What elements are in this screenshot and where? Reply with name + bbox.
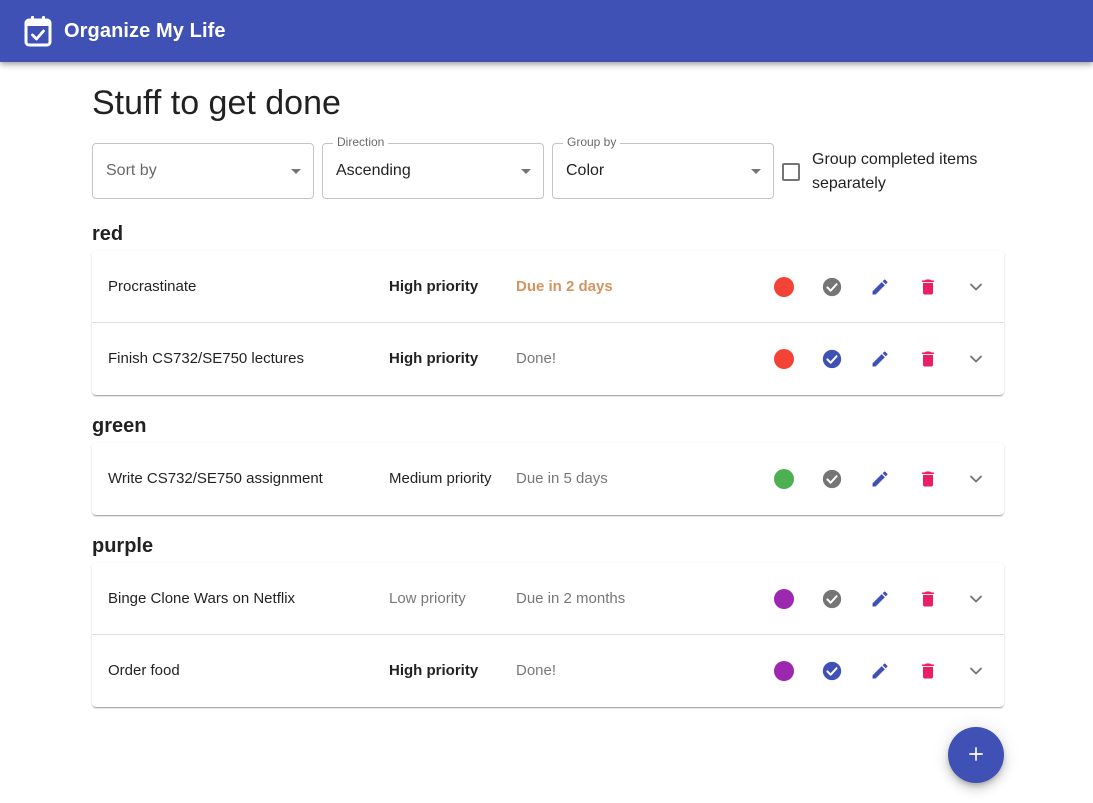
item-due: Due in 5 days <box>516 470 608 487</box>
delete-icon[interactable] <box>916 467 940 491</box>
group-by-select[interactable]: Group by Color <box>552 135 774 199</box>
edit-icon[interactable] <box>868 659 892 683</box>
item-name: Binge Clone Wars on Netflix <box>108 590 296 607</box>
edit-icon[interactable] <box>868 347 892 371</box>
chevron-down-icon[interactable] <box>964 659 988 683</box>
chevron-down-icon[interactable] <box>964 347 988 371</box>
check-circle-icon[interactable] <box>820 587 844 611</box>
item-name: Procrastinate <box>108 278 197 295</box>
group-completed-toggle[interactable]: Group completed items separately <box>782 148 1004 196</box>
dropdown-arrow-icon <box>521 169 531 174</box>
group-completed-checkbox[interactable] <box>782 163 800 181</box>
group-title-red: red <box>92 223 124 245</box>
direction-value: Ascending <box>336 162 411 179</box>
color-dot-icon <box>772 467 796 491</box>
direction-select[interactable]: Direction Ascending <box>322 135 544 199</box>
color-dot-icon <box>772 347 796 371</box>
list-item[interactable]: Finish CS732/SE750 lectures High priorit… <box>92 323 1004 395</box>
group-card-red: Procrastinate High priority Due in 2 day… <box>92 251 1004 395</box>
delete-icon[interactable] <box>916 659 940 683</box>
item-priority: Medium priority <box>389 470 492 487</box>
item-due: Due in 2 days <box>516 278 613 295</box>
color-dot-icon <box>772 275 796 299</box>
app-title: Organize My Life <box>64 19 226 42</box>
chevron-down-icon[interactable] <box>964 275 988 299</box>
list-item[interactable]: Procrastinate High priority Due in 2 day… <box>92 251 1004 323</box>
item-due: Done! <box>516 662 557 679</box>
delete-icon[interactable] <box>916 275 940 299</box>
item-name: Order food <box>108 662 180 679</box>
item-priority: High priority <box>389 350 479 367</box>
group-card-green: Write CS732/SE750 assignment Medium prio… <box>92 443 1004 515</box>
direction-label: Direction <box>333 135 389 149</box>
calendar-check-icon <box>24 15 52 47</box>
app-bar: Organize My Life <box>0 0 1093 62</box>
group-title-green: green <box>92 415 147 437</box>
page-title: Stuff to get done <box>92 84 341 122</box>
group-title-purple: purple <box>92 535 154 557</box>
group-completed-label: Group completed items separately <box>812 151 978 192</box>
list-item[interactable]: Write CS732/SE750 assignment Medium prio… <box>92 443 1004 515</box>
list-item[interactable]: Order food High priority Done! <box>92 635 1004 707</box>
color-dot-icon <box>772 587 796 611</box>
item-priority: Low priority <box>389 590 466 607</box>
dropdown-arrow-icon <box>291 169 301 174</box>
item-due: Done! <box>516 350 557 367</box>
item-priority: High priority <box>389 278 479 295</box>
chevron-down-icon[interactable] <box>964 587 988 611</box>
chevron-down-icon[interactable] <box>964 467 988 491</box>
delete-icon[interactable] <box>916 347 940 371</box>
color-dot-icon <box>772 659 796 683</box>
item-name: Finish CS732/SE750 lectures <box>108 350 304 367</box>
edit-icon[interactable] <box>868 275 892 299</box>
check-circle-icon[interactable] <box>820 659 844 683</box>
check-circle-icon[interactable] <box>820 275 844 299</box>
group-card-purple: Binge Clone Wars on Netflix Low priority… <box>92 563 1004 707</box>
group-by-value: Color <box>566 162 605 179</box>
group-by-label: Group by <box>563 135 621 149</box>
item-name: Write CS732/SE750 assignment <box>108 470 323 487</box>
add-item-button[interactable] <box>948 727 1004 783</box>
list-item[interactable]: Binge Clone Wars on Netflix Low priority… <box>92 563 1004 635</box>
check-circle-icon[interactable] <box>820 347 844 371</box>
item-priority: High priority <box>389 662 479 679</box>
delete-icon[interactable] <box>916 587 940 611</box>
edit-icon[interactable] <box>868 467 892 491</box>
dropdown-arrow-icon <box>751 169 761 174</box>
item-due: Due in 2 months <box>516 590 626 607</box>
plus-icon <box>966 744 986 767</box>
check-circle-icon[interactable] <box>820 467 844 491</box>
edit-icon[interactable] <box>868 587 892 611</box>
sort-by-select[interactable]: Sort by <box>92 143 314 199</box>
sort-by-placeholder: Sort by <box>106 162 157 179</box>
